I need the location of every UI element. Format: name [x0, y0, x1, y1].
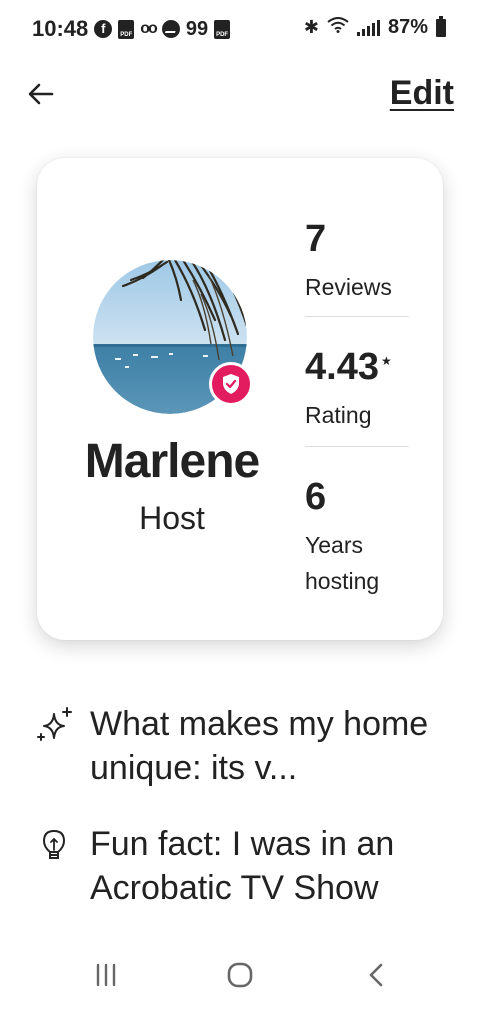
highlight-fun-fact[interactable]: Fun fact: I was in an Acrobatic TV Show — [36, 822, 456, 910]
sparkles-icon — [36, 702, 76, 790]
highlight-text: Fun fact: I was in an Acrobatic TV Show — [90, 825, 395, 907]
verified-shield-icon — [223, 374, 239, 394]
stat-value: 4.43 ★ — [305, 346, 392, 388]
wifi-icon — [327, 17, 349, 38]
highlight-text: What makes my home unique: its v... — [90, 705, 429, 787]
system-back-button[interactable] — [362, 959, 390, 991]
stat-label: Years hosting — [305, 532, 380, 594]
stat-label: Rating — [305, 402, 372, 428]
verified-badge — [209, 362, 253, 406]
battery-icon — [436, 15, 446, 37]
star-icon: ★ — [380, 354, 392, 369]
stat-value: 7 — [305, 218, 327, 260]
signal-icon — [356, 19, 380, 36]
stat-label: Reviews — [305, 274, 392, 300]
facebook-icon: f — [94, 20, 113, 38]
highlight-unique[interactable]: What makes my home unique: its v... — [36, 702, 456, 790]
back-icon — [369, 963, 383, 987]
back-arrow-icon — [28, 83, 54, 105]
pdf-icon — [118, 19, 135, 39]
stat-reviews[interactable]: 7 Reviews — [305, 220, 409, 305]
stat-rating: 4.43 ★ Rating — [305, 348, 409, 433]
stat-divider — [305, 446, 409, 447]
status-time: 10:48 — [32, 16, 89, 41]
home-button[interactable] — [224, 959, 256, 991]
stat-divider — [305, 316, 409, 317]
voicemail-icon: oo — [140, 20, 157, 37]
system-nav-bar — [0, 937, 480, 1013]
battery-percent: 87% — [387, 16, 428, 38]
pdf-icon — [214, 19, 231, 39]
bluetooth-icon: ✱ — [303, 17, 319, 37]
avatar-container[interactable] — [93, 260, 253, 414]
stat-value: 6 — [305, 476, 327, 518]
back-button[interactable] — [28, 76, 68, 112]
profile-card: Marlene Host 7 Reviews 4.43 ★ Rating 6 Ye… — [37, 158, 443, 640]
recent-apps-icon — [96, 963, 116, 987]
messenger-icon — [161, 20, 180, 38]
home-icon — [227, 962, 253, 988]
lightbulb-icon — [36, 822, 76, 910]
status-bar: 10:48 f oo 99 ✱ 87% — [0, 0, 480, 60]
recent-apps-button[interactable] — [92, 959, 120, 991]
notification-count: 99 — [185, 17, 209, 40]
profile-name: Marlene — [84, 435, 260, 488]
profile-role: Host — [139, 500, 205, 536]
status-bar-right: ✱ 87% — [303, 15, 446, 39]
edit-button[interactable]: Edit — [390, 74, 454, 113]
stat-years-hosting: 6 Years hosting — [305, 478, 409, 599]
status-bar-left: 10:48 f oo 99 — [32, 16, 231, 42]
